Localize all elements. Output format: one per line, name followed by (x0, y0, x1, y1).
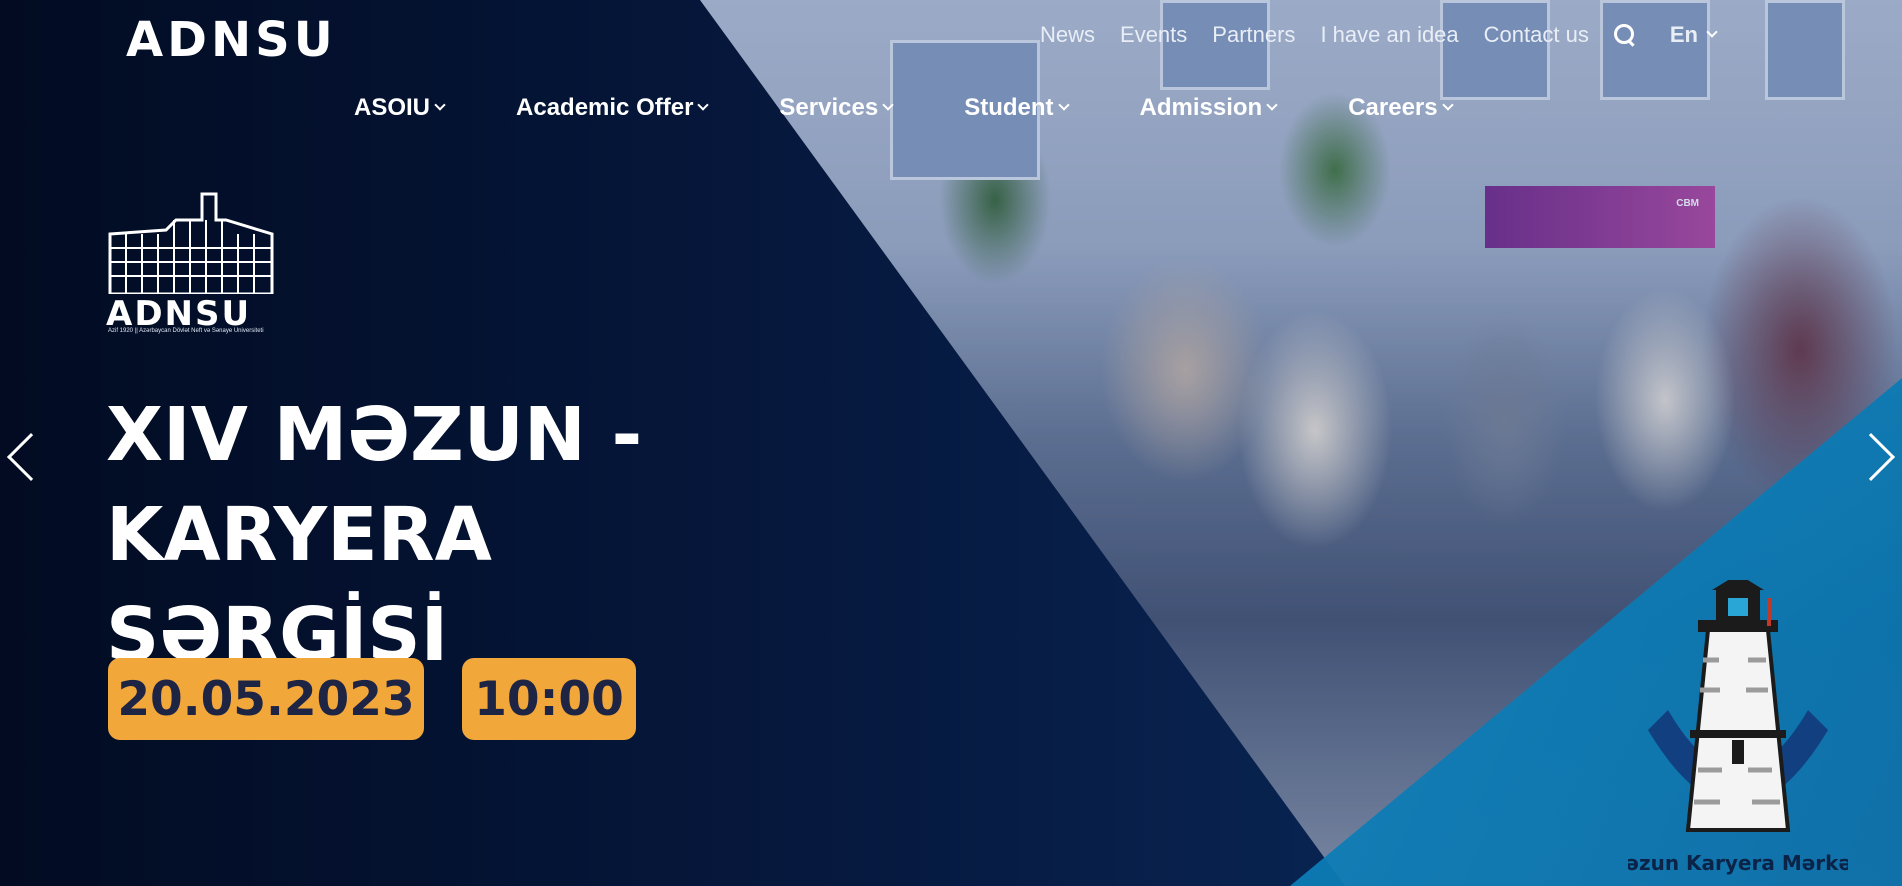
search-icon[interactable] (1613, 24, 1636, 46)
nav-item-admission[interactable]: Admission (1139, 94, 1278, 122)
nav-item-asoiu[interactable]: ASOIU (354, 94, 446, 122)
top-navigation: News Events Partners I have an idea Cont… (1040, 22, 1718, 48)
nav-item-services[interactable]: Services (779, 94, 894, 122)
building-icon (108, 192, 274, 296)
top-link-news[interactable]: News (1040, 22, 1095, 48)
language-label: En (1669, 22, 1698, 47)
language-selector[interactable]: En (1669, 22, 1718, 48)
main-navigation: ASOIU Academic Offer Services Student Ad… (354, 94, 1454, 122)
nav-item-label: Careers (1348, 94, 1438, 121)
nav-item-label: ASOIU (354, 94, 431, 121)
nav-item-student[interactable]: Student (964, 94, 1070, 122)
emblem-caption: Azif 1920 || Azərbaycan Dövlət Neft və S… (108, 328, 264, 334)
top-link-events[interactable]: Events (1120, 22, 1187, 48)
nav-item-academic-offer[interactable]: Academic Offer (516, 94, 710, 122)
university-emblem: ADNSU Azif 1920 || Azərbaycan Dövlət Nef… (106, 190, 276, 340)
chevron-down-icon (434, 99, 446, 111)
top-link-partners[interactable]: Partners (1212, 22, 1295, 48)
nav-item-label: Student (964, 94, 1054, 121)
chevron-down-icon (1706, 26, 1718, 38)
site-logo[interactable]: ADNSU (126, 16, 337, 64)
chevron-down-icon (882, 99, 894, 111)
chevron-down-icon (1266, 99, 1278, 111)
slide-title-line1: XIV MƏZUN - KARYERA (106, 392, 643, 578)
event-time-badge: 10:00 (462, 658, 636, 740)
chevron-down-icon (1441, 99, 1454, 111)
emblem-text: Məzun Karyera Mərkəzi (1628, 851, 1848, 875)
top-link-idea[interactable]: I have an idea (1320, 22, 1458, 48)
lighthouse-emblem: Məzun Karyera Mərkəzi (1628, 580, 1848, 875)
nav-item-careers[interactable]: Careers (1348, 94, 1454, 122)
nav-item-label: Admission (1139, 94, 1263, 121)
nav-item-label: Academic Offer (516, 94, 694, 121)
event-date-badge: 20.05.2023 (108, 658, 424, 740)
hero-slider: CBM Məzun Karyera Mərkəzi (0, 0, 1902, 886)
chevron-down-icon (697, 99, 710, 111)
nav-item-label: Services (779, 94, 879, 121)
chevron-down-icon (1057, 99, 1070, 111)
slide-title: XIV MƏZUN - KARYERA SƏRGİSİ (106, 385, 966, 685)
top-link-contact[interactable]: Contact us (1484, 22, 1589, 48)
